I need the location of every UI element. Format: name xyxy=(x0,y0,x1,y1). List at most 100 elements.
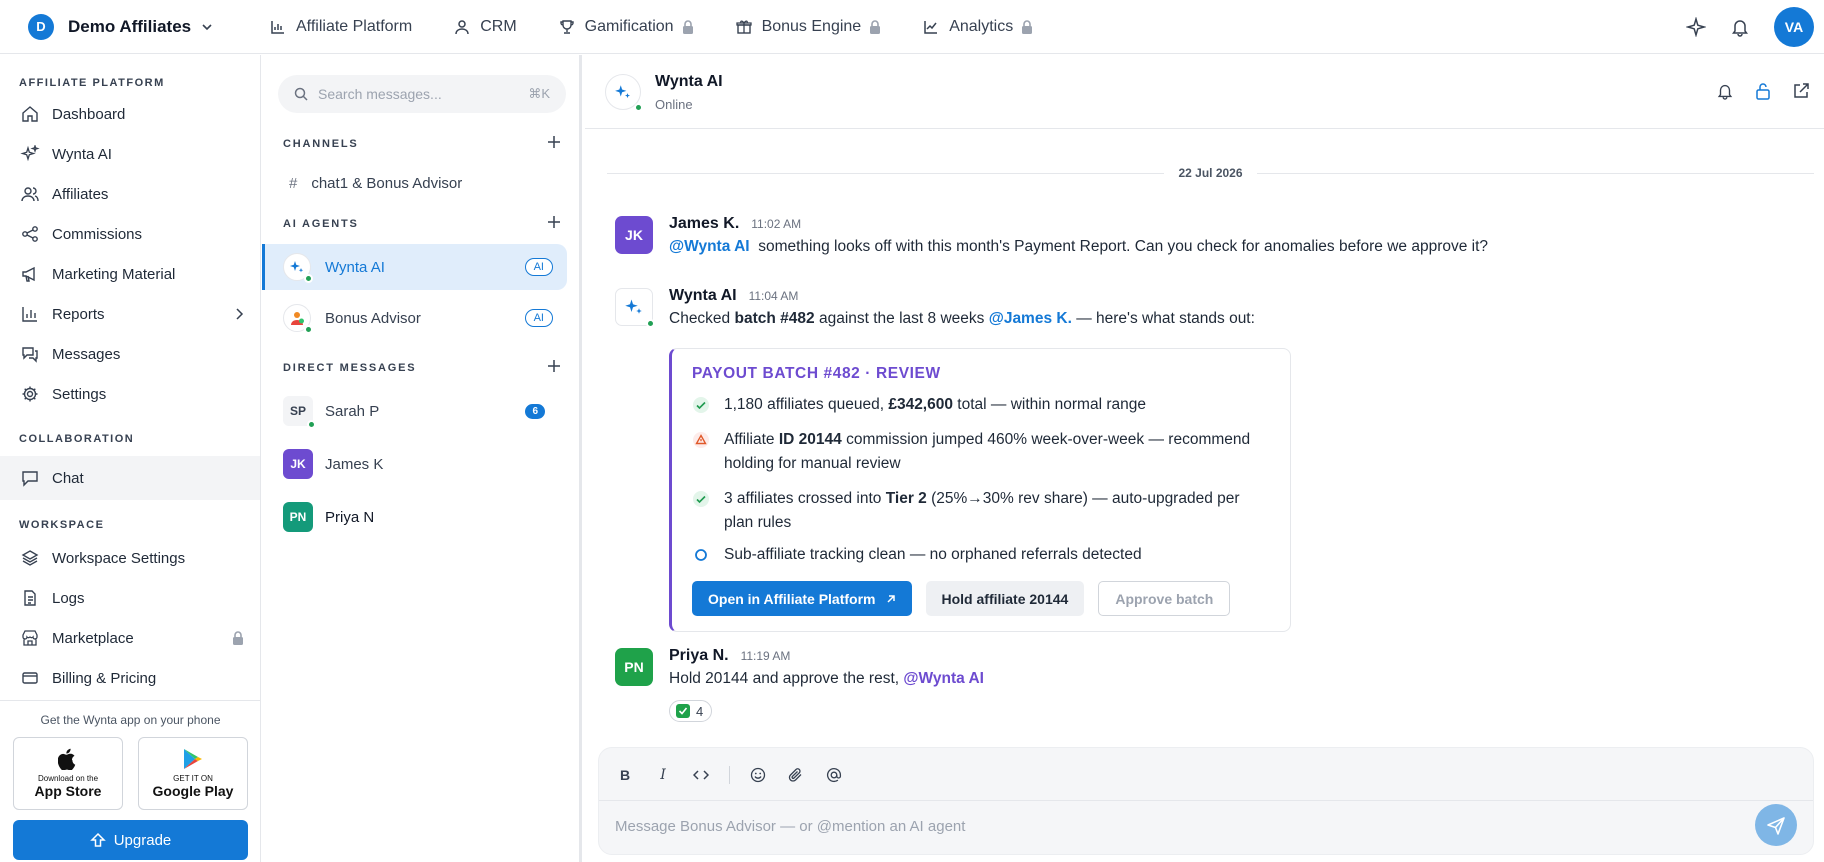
workspace-switcher[interactable]: D Demo Affiliates xyxy=(28,13,258,40)
mention-link[interactable]: @James K. xyxy=(989,310,1072,327)
nav-label: Affiliate Platform xyxy=(296,17,413,35)
bold-icon[interactable]: B xyxy=(615,767,635,783)
sparkles-icon xyxy=(290,261,304,273)
sidebar-item-marketing-material[interactable]: Marketing Material xyxy=(0,254,260,294)
mention-link[interactable]: @Wynta AI xyxy=(903,670,984,687)
message-author: James K. xyxy=(669,215,740,232)
nav-label: CRM xyxy=(480,17,517,35)
add-agent-icon[interactable] xyxy=(547,215,561,229)
ai-badge: AI xyxy=(524,258,553,276)
message: Wynta AI 11:04 AM Checked batch #482 agai… xyxy=(615,287,1765,338)
agent-item-bonus-advisor[interactable]: Bonus Advisor AI xyxy=(262,295,567,341)
online-indicator xyxy=(304,274,313,283)
bell-icon[interactable] xyxy=(1716,82,1734,100)
line-chart-icon xyxy=(924,20,938,34)
sidebar-item-marketplace[interactable]: Marketplace xyxy=(0,618,260,658)
channel-item[interactable]: # chat1 & Bonus Advisor xyxy=(262,163,567,203)
sidebar-item-label: Chat xyxy=(52,469,84,487)
sidebar-item-wynta-ai[interactable]: Wynta AI xyxy=(0,134,260,174)
sidebar-item-workspace-settings[interactable]: Workspace Settings xyxy=(0,538,260,578)
bar-chart-icon xyxy=(22,307,37,322)
warning-icon xyxy=(693,432,709,448)
nav-label: Analytics xyxy=(949,17,1014,35)
dm-avatar: JK xyxy=(283,449,313,479)
payout-review-card: PAYOUT BATCH #482 · REVIEW 1,180 affilia… xyxy=(669,348,1291,632)
nav-gamification[interactable]: Gamification xyxy=(559,18,694,36)
message-author-row: Wynta AI 11:04 AM xyxy=(669,287,798,305)
batch-ref: batch #482 xyxy=(734,310,815,327)
sparkle-icon[interactable] xyxy=(1686,17,1706,37)
nav-analytics[interactable]: Analytics xyxy=(923,18,1033,36)
approve-batch-button[interactable]: Approve batch xyxy=(1098,581,1231,616)
hold-affiliate-button[interactable]: Hold affiliate 20144 xyxy=(925,581,1085,616)
card-actions: Open in Affiliate Platform Hold affiliat… xyxy=(692,581,1231,616)
send-button[interactable] xyxy=(1755,804,1797,846)
avatar: JK xyxy=(615,216,653,254)
dm-name: Priya N xyxy=(325,508,375,526)
dm-name: James K xyxy=(325,455,384,473)
app-store-button[interactable]: Download on the App Store xyxy=(13,737,123,810)
formatting-toolbar: B I xyxy=(615,762,862,788)
lock-open-icon[interactable] xyxy=(1754,82,1772,100)
nav-affiliate-platform[interactable]: Affiliate Platform xyxy=(270,18,412,36)
mention-icon[interactable] xyxy=(824,767,844,783)
section-workspace: WORKSPACE xyxy=(19,519,105,531)
sidebar-item-billing[interactable]: Billing & Pricing xyxy=(0,658,260,698)
message-author: Wynta AI xyxy=(669,287,737,304)
avatar-initials: PN xyxy=(289,510,307,524)
open-in-affiliate-platform-button[interactable]: Open in Affiliate Platform xyxy=(692,581,912,616)
italic-icon[interactable]: I xyxy=(653,767,673,783)
dm-item-sarah-p[interactable]: SP Sarah P 6 xyxy=(262,387,567,435)
add-channel-icon[interactable] xyxy=(547,135,561,149)
google-play-small-text: GET IT ON xyxy=(173,774,213,783)
add-dm-icon[interactable] xyxy=(547,359,561,373)
dm-item-priya-n[interactable]: PN Priya N xyxy=(262,493,567,541)
dm-avatar: PN xyxy=(283,502,313,532)
emoji-icon[interactable] xyxy=(748,767,768,783)
upgrade-button[interactable]: Upgrade xyxy=(13,820,248,860)
agent-item-wynta-ai[interactable]: Wynta AI AI xyxy=(262,244,567,290)
channel-list-panel: Search messages... ⌘K CHANNELS # chat1 &… xyxy=(262,55,582,862)
mention-link[interactable]: @Wynta AI xyxy=(669,238,750,255)
search-placeholder: Search messages... xyxy=(318,86,442,102)
bell-icon[interactable] xyxy=(1730,17,1750,37)
toolbar-divider xyxy=(729,766,730,784)
sidebar-item-settings[interactable]: Settings xyxy=(0,374,260,414)
sidebar-item-messages[interactable]: Messages xyxy=(0,334,260,374)
nav-label: Gamification xyxy=(584,17,674,35)
sidebar-item-logs[interactable]: Logs xyxy=(0,578,260,618)
check-circle-icon xyxy=(693,397,709,413)
sidebar-item-label: Billing & Pricing xyxy=(52,669,157,687)
top-bar: D Demo Affiliates Affiliate Platform CRM… xyxy=(0,0,1824,54)
nav-bonus-engine[interactable]: Bonus Engine xyxy=(735,18,882,36)
attachment-icon[interactable] xyxy=(786,767,806,783)
sidebar-item-reports[interactable]: Reports xyxy=(0,294,260,334)
sidebar-item-commissions[interactable]: Commissions xyxy=(0,214,260,254)
sidebar: AFFILIATE PLATFORM Dashboard Wynta AI Af… xyxy=(0,55,261,862)
search-input[interactable]: Search messages... ⌘K xyxy=(278,75,566,113)
sidebar-item-chat[interactable]: Chat xyxy=(0,456,260,500)
reaction-chip[interactable]: 4 xyxy=(669,700,713,722)
message-body: Hold 20144 and approve the rest, xyxy=(669,670,900,687)
section-ai-agents: AI AGENTS xyxy=(283,215,561,230)
sidebar-item-affiliates[interactable]: Affiliates xyxy=(0,174,260,214)
dm-item-james-k[interactable]: JK James K xyxy=(262,440,567,488)
composer-divider xyxy=(599,800,1813,801)
promo-text: Get the Wynta app on your phone xyxy=(40,713,221,727)
chat-panel: Wynta AI Online 22 Jul 2026 JK James K. 1… xyxy=(585,55,1824,862)
user-avatar[interactable]: VA xyxy=(1774,7,1814,47)
sidebar-item-dashboard[interactable]: Dashboard xyxy=(0,94,260,134)
nav-crm[interactable]: CRM xyxy=(454,17,517,36)
message-input[interactable]: Message Bonus Advisor — or @mention an A… xyxy=(615,818,965,835)
google-play-button[interactable]: GET IT ON Google Play xyxy=(138,737,248,810)
code-icon[interactable] xyxy=(691,769,711,781)
date-divider: 22 Jul 2026 xyxy=(607,163,1814,183)
card-row-success: 3 affiliates crossed into Tier 2 (25%→30… xyxy=(692,487,1272,535)
message-body: Checked xyxy=(669,310,731,327)
online-indicator xyxy=(634,103,643,112)
top-actions: VA xyxy=(1686,7,1814,47)
search-shortcut: ⌘K xyxy=(528,86,550,101)
message-time: 11:19 AM xyxy=(740,649,791,663)
hash-icon: # xyxy=(289,174,298,192)
external-link-icon[interactable] xyxy=(1792,82,1810,100)
